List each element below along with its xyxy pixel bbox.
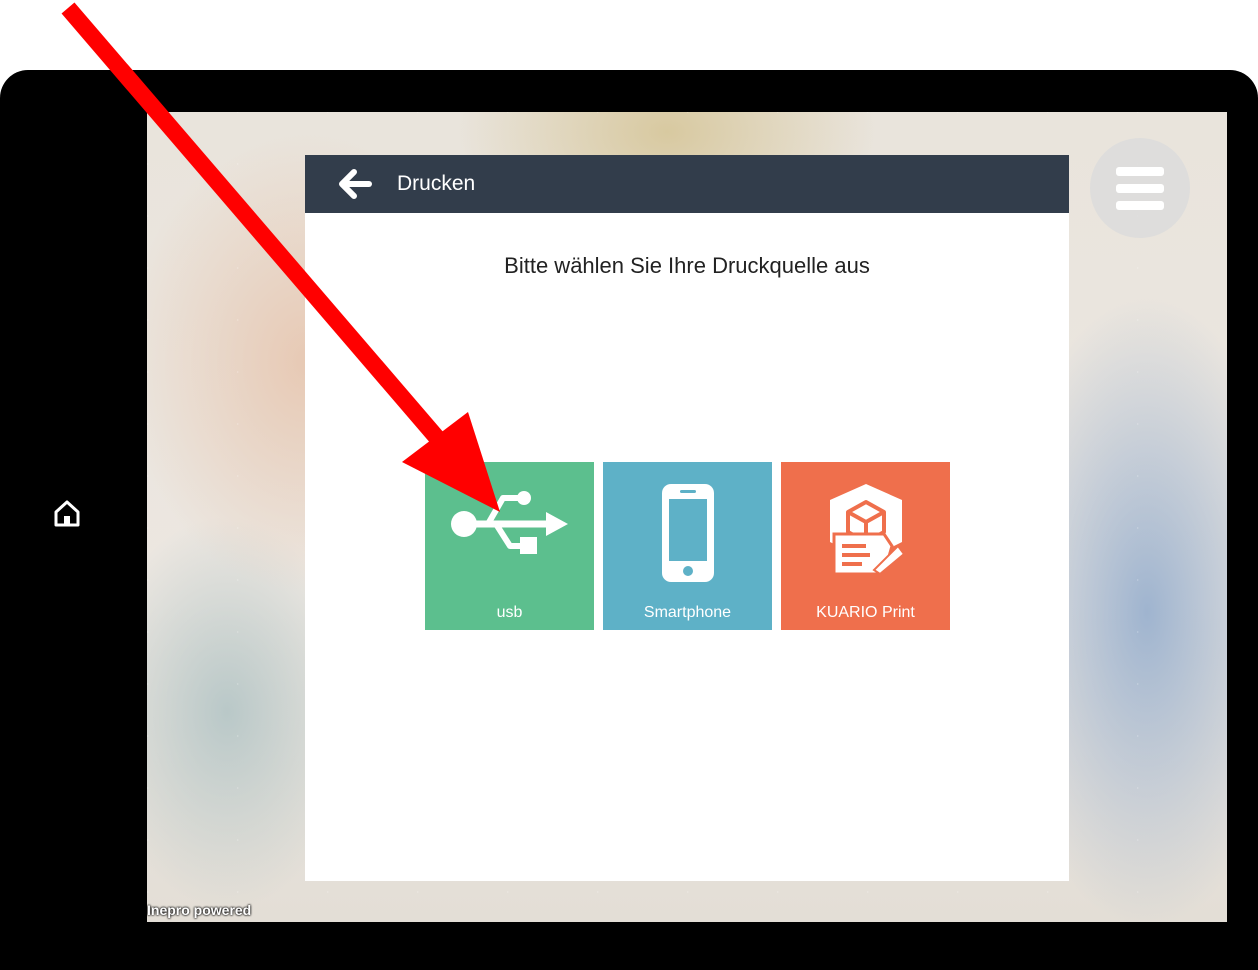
print-panel: Drucken Bitte wählen Sie Ihre Druckquell… bbox=[305, 155, 1069, 881]
back-arrow-icon bbox=[339, 169, 372, 199]
page-title: Drucken bbox=[397, 172, 476, 195]
usb-icon bbox=[450, 491, 568, 554]
menu-button[interactable] bbox=[1090, 138, 1190, 238]
panel-header: Drucken bbox=[305, 155, 1069, 213]
back-button[interactable] bbox=[325, 155, 385, 213]
hamburger-icon-bar bbox=[1116, 200, 1164, 210]
smartphone-label: Smartphone bbox=[643, 604, 732, 621]
home-icon[interactable] bbox=[52, 498, 82, 528]
smartphone-icon bbox=[661, 484, 714, 582]
kuario-print-icon bbox=[829, 484, 905, 576]
smartphone-tile[interactable]: Smartphone bbox=[603, 462, 772, 630]
hamburger-icon-bar bbox=[1116, 183, 1164, 193]
footer-powered-by: Inepro powered bbox=[147, 902, 252, 918]
hamburger-icon-bar bbox=[1116, 166, 1164, 176]
source-tiles: usb Smartphone KUARIO Print bbox=[425, 462, 950, 630]
source-prompt: Bitte wählen Sie Ihre Druckquelle aus bbox=[504, 253, 870, 278]
kuario-print-tile[interactable]: KUARIO Print bbox=[781, 462, 950, 630]
usb-tile[interactable]: usb bbox=[425, 462, 594, 630]
usb-label: usb bbox=[496, 604, 523, 621]
kuario-print-label: KUARIO Print bbox=[816, 604, 915, 621]
